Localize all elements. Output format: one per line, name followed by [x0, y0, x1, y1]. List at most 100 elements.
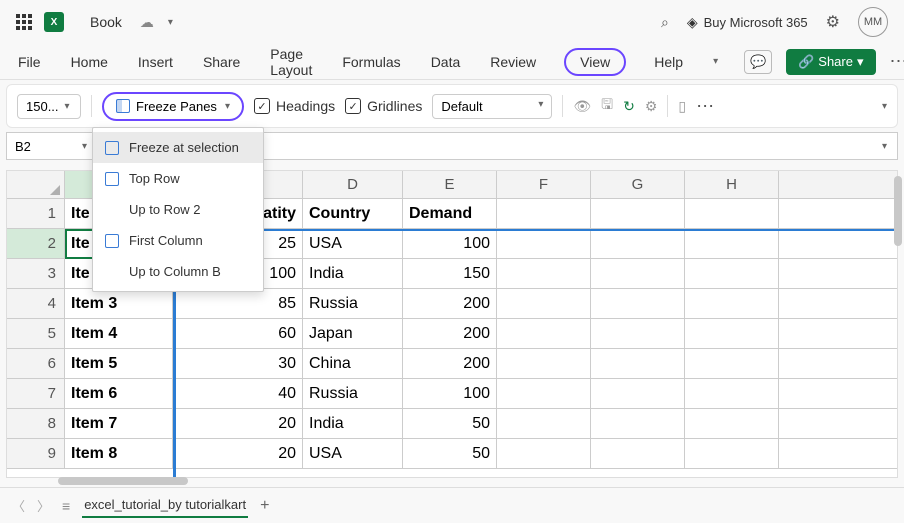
cell[interactable]: Item 4: [65, 319, 173, 348]
cell[interactable]: Item 3: [65, 289, 173, 318]
cell[interactable]: Russia: [303, 379, 403, 408]
cell[interactable]: [591, 409, 685, 438]
cell[interactable]: Item 5: [65, 349, 173, 378]
more-icon[interactable]: ⋯: [890, 51, 904, 72]
chevron-down-icon[interactable]: ▾: [713, 56, 718, 67]
col-header-h[interactable]: H: [685, 171, 779, 198]
app-launcher-icon[interactable]: [16, 14, 32, 30]
cell[interactable]: 20: [173, 439, 303, 468]
next-sheet-icon[interactable]: 〉: [37, 496, 50, 515]
chevron-down-icon[interactable]: ▾: [168, 17, 173, 28]
sheet-tab[interactable]: excel_tutorial_by tutorialkart: [82, 493, 248, 518]
row-header[interactable]: 9: [7, 439, 65, 468]
name-box[interactable]: B2▾: [6, 132, 96, 160]
tab-share[interactable]: Share: [201, 50, 242, 74]
cell[interactable]: [497, 229, 591, 258]
cell[interactable]: Item 7: [65, 409, 173, 438]
cell[interactable]: [591, 349, 685, 378]
headings-toggle[interactable]: ✓ Headings: [254, 98, 335, 114]
col-header-e[interactable]: E: [403, 171, 497, 198]
col-header-g[interactable]: G: [591, 171, 685, 198]
menu-up-to-column-b[interactable]: Up to Column B: [93, 256, 263, 287]
more-icon[interactable]: ⋯: [696, 96, 716, 117]
cell[interactable]: [497, 199, 591, 228]
book-icon[interactable]: ▯: [678, 98, 686, 115]
row-header[interactable]: 4: [7, 289, 65, 318]
gridlines-toggle[interactable]: ✓ Gridlines: [345, 98, 422, 114]
cell[interactable]: [685, 259, 779, 288]
tab-formulas[interactable]: Formulas: [340, 50, 402, 74]
cell[interactable]: China: [303, 349, 403, 378]
cell[interactable]: Item 6: [65, 379, 173, 408]
cell[interactable]: USA: [303, 229, 403, 258]
save-icon[interactable]: 🖫: [601, 94, 613, 118]
cell[interactable]: [685, 379, 779, 408]
cell[interactable]: USA: [303, 439, 403, 468]
cell[interactable]: [685, 349, 779, 378]
cell[interactable]: [685, 199, 779, 228]
row-header[interactable]: 1: [7, 199, 65, 228]
row-header[interactable]: 8: [7, 409, 65, 438]
cell[interactable]: 20: [173, 409, 303, 438]
menu-top-row[interactable]: Top Row: [93, 163, 263, 194]
row-header[interactable]: 6: [7, 349, 65, 378]
menu-up-to-row-2[interactable]: Up to Row 2: [93, 194, 263, 225]
select-all-corner[interactable]: [7, 171, 65, 198]
cell[interactable]: 50: [403, 409, 497, 438]
cell[interactable]: [591, 439, 685, 468]
comments-button[interactable]: 💬: [744, 50, 772, 74]
cell[interactable]: 100: [403, 229, 497, 258]
user-avatar[interactable]: MM: [858, 7, 888, 37]
cell[interactable]: Item 8: [65, 439, 173, 468]
prev-sheet-icon[interactable]: 〈: [12, 496, 25, 515]
all-sheets-icon[interactable]: ≡: [62, 498, 70, 514]
cell[interactable]: [591, 199, 685, 228]
tab-help[interactable]: Help: [652, 50, 685, 74]
search-icon[interactable]: ⌕: [661, 14, 669, 31]
tab-review[interactable]: Review: [488, 50, 538, 74]
cell[interactable]: 30: [173, 349, 303, 378]
horizontal-scrollbar[interactable]: [58, 477, 188, 485]
chevron-down-icon[interactable]: ▾: [882, 101, 887, 112]
cell[interactable]: 150: [403, 259, 497, 288]
cell[interactable]: 60: [173, 319, 303, 348]
vertical-scrollbar[interactable]: [894, 176, 902, 246]
cell[interactable]: India: [303, 259, 403, 288]
cell[interactable]: [497, 349, 591, 378]
cell[interactable]: [685, 289, 779, 318]
cell[interactable]: Japan: [303, 319, 403, 348]
cell[interactable]: [591, 259, 685, 288]
cell[interactable]: [591, 319, 685, 348]
cell[interactable]: [685, 439, 779, 468]
cell[interactable]: [591, 289, 685, 318]
tab-data[interactable]: Data: [429, 50, 463, 74]
cell[interactable]: 50: [403, 439, 497, 468]
col-header-d[interactable]: D: [303, 171, 403, 198]
buy-microsoft-365-link[interactable]: ◈ Buy Microsoft 365: [687, 14, 808, 31]
reading-view-icon[interactable]: 👁: [573, 98, 591, 115]
cell[interactable]: [685, 229, 779, 258]
gear-icon[interactable]: ⚙: [645, 98, 658, 115]
zoom-combo[interactable]: 150...▾: [17, 94, 81, 119]
cell[interactable]: 85: [173, 289, 303, 318]
menu-freeze-at-selection[interactable]: Freeze at selection: [93, 132, 263, 163]
row-header[interactable]: 2: [7, 229, 65, 258]
cell[interactable]: India: [303, 409, 403, 438]
tab-file[interactable]: File: [16, 50, 43, 74]
cell[interactable]: 100: [403, 379, 497, 408]
settings-icon[interactable]: ⚙: [826, 12, 840, 32]
cell[interactable]: [591, 229, 685, 258]
tab-view[interactable]: View: [564, 48, 626, 76]
row-header[interactable]: 5: [7, 319, 65, 348]
share-button[interactable]: 🔗 Share ▾: [786, 49, 875, 75]
cell[interactable]: [685, 409, 779, 438]
document-name[interactable]: Book: [90, 14, 122, 30]
sync-icon[interactable]: ↻: [623, 98, 635, 115]
add-sheet-button[interactable]: +: [260, 497, 269, 515]
cell[interactable]: 200: [403, 319, 497, 348]
cell[interactable]: [497, 289, 591, 318]
cell[interactable]: [685, 319, 779, 348]
cell[interactable]: [497, 439, 591, 468]
cell[interactable]: Russia: [303, 289, 403, 318]
freeze-panes-button[interactable]: Freeze Panes ▾: [102, 92, 244, 121]
